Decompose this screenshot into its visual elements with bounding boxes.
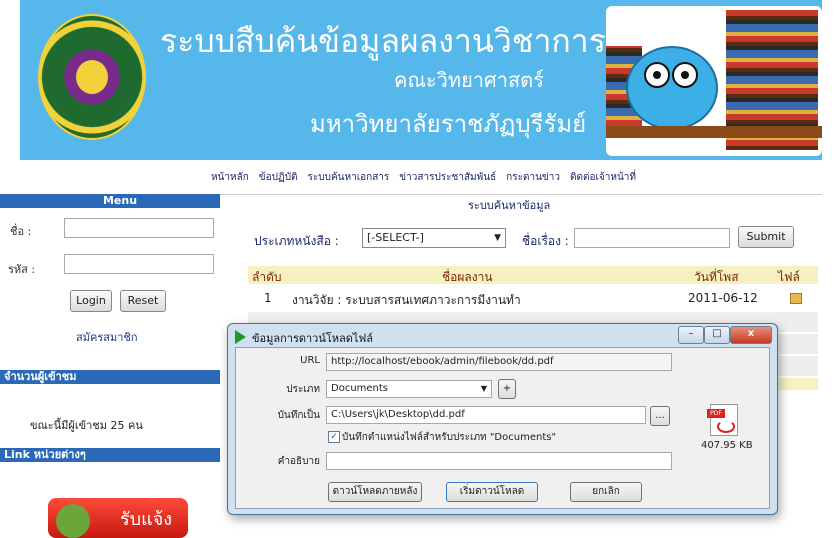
results-table-header: ลำดับ ชื่อผลงาน วันที่โพส ไฟล์ xyxy=(248,266,818,284)
pdf-file-icon: PDF xyxy=(707,404,738,436)
file-size: 407.95 KB xyxy=(701,440,753,451)
top-nav: หน้าหลัก ข้อปฏิบัติ ระบบค้นหาเอกสาร ข่าว… xyxy=(20,160,822,195)
download-dialog: ข้อมูลการดาวน์โหลดไฟล์ – □ x URL http://… xyxy=(227,323,778,515)
url-label: URL xyxy=(300,355,320,366)
folder-icon[interactable] xyxy=(790,293,802,304)
row-title-link[interactable]: งานวิจัย : ระบบสารสนเทศภาวะการมีงานทำ xyxy=(292,291,521,310)
remember-location-label: บันทึกตำแหน่งไฟล์สำหรับประเภท "Documents… xyxy=(342,432,557,443)
subject-label: ชื่อเรื่อง : xyxy=(522,234,569,248)
faculty-name: คณะวิทยาศาสตร์ xyxy=(394,68,544,92)
dialog-title: ข้อมูลการดาวน์โหลดไฟล์ xyxy=(252,332,373,345)
col-title: ชื่อผลงาน xyxy=(442,270,493,284)
links-title: Link หน่วยต่างๆ xyxy=(0,448,220,462)
description-field[interactable] xyxy=(326,452,672,470)
col-date: วันที่โพส xyxy=(694,270,739,284)
university-logo xyxy=(38,14,146,140)
start-download-button[interactable]: เริ่มดาวน์โหลด xyxy=(446,482,538,502)
remember-location-checkbox[interactable]: ✓ xyxy=(328,431,340,443)
banner-graphic-icon xyxy=(56,504,90,538)
close-button[interactable]: x xyxy=(730,326,772,344)
nav-home[interactable]: หน้าหลัก xyxy=(211,170,249,185)
maximize-button[interactable]: □ xyxy=(704,326,730,344)
name-label: ชื่อ : xyxy=(10,225,32,238)
nav-news[interactable]: ข่าวสารประชาสัมพันธ์ xyxy=(399,170,496,185)
book-type-label: ประเภทหนังสือ : xyxy=(254,234,339,248)
minimize-button[interactable]: – xyxy=(678,326,704,344)
nav-rules[interactable]: ข้อปฏิบัติ xyxy=(259,170,298,185)
reset-button[interactable]: Reset xyxy=(120,290,166,312)
banner-label: รับแจ้ง xyxy=(120,509,173,530)
add-type-button[interactable]: + xyxy=(498,379,516,399)
url-field: http://localhost/ebook/admin/filebook/dd… xyxy=(326,353,672,371)
visitors-title: จำนวนผู้เข้าชม xyxy=(0,370,220,384)
table-row: 1 งานวิจัย : ระบบสารสนเทศภาวะการมีงานทำ … xyxy=(248,289,818,309)
register-link[interactable]: สมัครสมาชิก xyxy=(76,328,138,346)
subject-input[interactable] xyxy=(574,228,730,248)
nav-document-search[interactable]: ระบบค้นหาเอกสาร xyxy=(308,170,390,185)
play-icon xyxy=(235,330,246,344)
save-as-label: บันทึกเป็น xyxy=(277,410,320,421)
library-mascot-image xyxy=(606,6,822,156)
site-header: ระบบสืบค้นข้อมูลผลงานวิชาการ คณะวิทยาศาส… xyxy=(20,0,822,160)
site-title: ระบบสืบค้นข้อมูลผลงานวิชาการ xyxy=(160,22,606,60)
description-label: คำอธิบาย xyxy=(277,456,320,467)
login-button[interactable]: Login xyxy=(70,290,112,312)
col-file: ไฟล์ xyxy=(778,270,800,284)
mascot-icon xyxy=(626,46,718,130)
type-select[interactable]: Documents ▼ xyxy=(326,380,492,398)
left-sidebar: Menu ชื่อ : รหัส : Login Reset สมัครสมาช… xyxy=(0,194,220,538)
menu-title: Menu xyxy=(0,194,220,208)
report-banner[interactable]: รับแจ้ง xyxy=(48,498,188,538)
browse-button[interactable]: ... xyxy=(650,406,670,426)
nav-board[interactable]: กระดานข่าว xyxy=(506,170,560,185)
nav-contact[interactable]: ติดต่อเจ้าหน้าที่ xyxy=(570,170,636,185)
submit-button[interactable]: Submit xyxy=(738,226,794,248)
dialog-body: URL http://localhost/ebook/admin/fileboo… xyxy=(235,347,770,509)
visitor-count: ขณะนี้มีผู้เข้าชม 25 คน xyxy=(30,419,143,432)
book-type-select[interactable]: [-SELECT-] ▼ xyxy=(362,228,506,248)
chevron-down-icon: ▼ xyxy=(480,384,487,393)
search-title: ระบบค้นหาข้อมูล xyxy=(468,199,551,212)
type-label: ประเภท xyxy=(286,384,320,395)
password-label: รหัส : xyxy=(8,263,36,276)
university-name: มหาวิทยาลัยราชภัฏบุรีรัมย์ xyxy=(310,110,587,138)
col-no: ลำดับ xyxy=(252,270,282,284)
password-input[interactable] xyxy=(64,254,214,274)
cancel-button[interactable]: ยกเลิก xyxy=(570,482,642,502)
download-later-button[interactable]: ดาวน์โหลดภายหลัง xyxy=(328,482,422,502)
save-as-field[interactable]: C:\Users\jk\Desktop\dd.pdf xyxy=(326,406,646,424)
chevron-down-icon: ▼ xyxy=(494,233,501,243)
name-input[interactable] xyxy=(64,218,214,238)
